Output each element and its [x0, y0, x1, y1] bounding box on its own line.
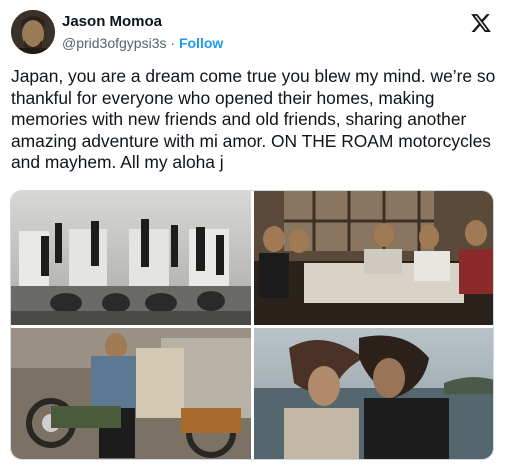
separator-dot: · [166, 35, 179, 51]
avatar-photo-icon [11, 10, 55, 54]
photo-dinner-table-group-icon [254, 191, 493, 325]
tweet-text: Japan, you are a dream come true you ble… [11, 66, 496, 173]
photo-riders-on-japan-sign-icon [11, 191, 251, 325]
author-handle[interactable]: @prid3ofgypsi3s [62, 35, 167, 51]
author-avatar[interactable] [11, 10, 55, 54]
photo-motorcycle-garage-icon [11, 328, 251, 459]
media-photo-2[interactable] [254, 191, 493, 325]
x-logo-icon[interactable] [470, 12, 492, 34]
media-photo-4[interactable] [254, 328, 493, 459]
media-grid [10, 190, 494, 460]
photo-windy-seaside-selfie-icon [254, 328, 493, 459]
author-name[interactable]: Jason Momoa [62, 13, 162, 31]
follow-button[interactable]: Follow [179, 35, 223, 51]
media-photo-1[interactable] [11, 191, 251, 325]
tweet-card: Jason Momoa @prid3ofgypsi3s · Follow Jap… [0, 0, 506, 464]
author-handle-row: @prid3ofgypsi3s · Follow [62, 34, 223, 52]
media-photo-3[interactable] [11, 328, 251, 459]
